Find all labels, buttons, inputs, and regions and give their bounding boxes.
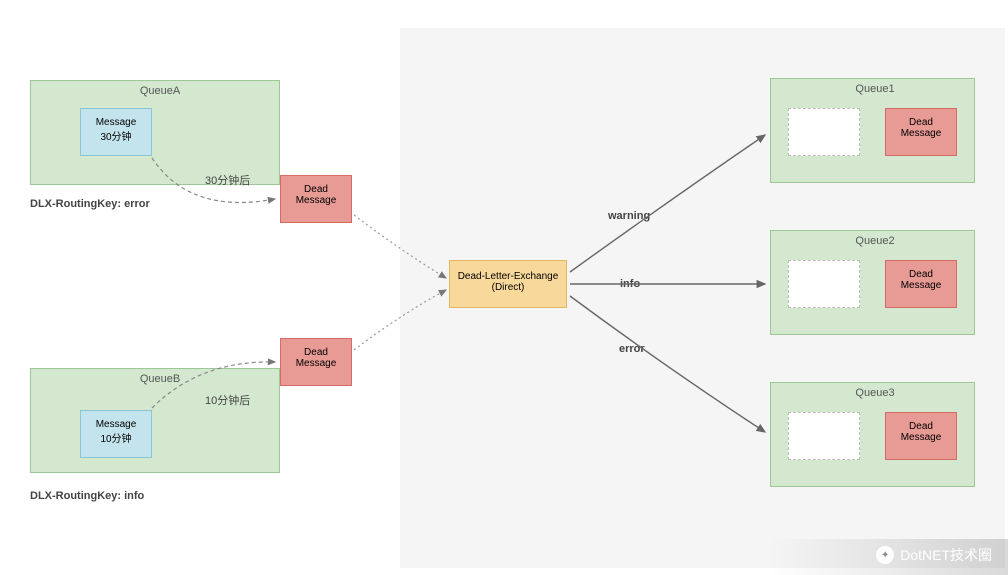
dead-line1: Dead xyxy=(890,269,952,280)
queue-2-empty xyxy=(788,260,860,308)
msg-line2: 30分钟 xyxy=(85,128,147,143)
dead-line1: Dead xyxy=(285,347,347,358)
queue-a-after: 30分钟后 xyxy=(205,172,250,188)
dead-line2: Message xyxy=(285,358,347,369)
msg-line2: 10分钟 xyxy=(85,430,147,445)
wechat-icon: ✦ xyxy=(876,546,894,564)
dead-line2: Message xyxy=(285,195,347,206)
route-error: error xyxy=(619,343,645,355)
route-warning: warning xyxy=(608,210,650,222)
queue-b-routing: DLX-RoutingKey: info xyxy=(30,490,144,502)
queue-1-empty xyxy=(788,108,860,156)
queue-2-title: Queue2 xyxy=(850,235,900,247)
dead-line2: Message xyxy=(890,280,952,291)
exchange-line2: (Direct) xyxy=(454,282,562,293)
queue-3-dead: Dead Message xyxy=(885,412,957,460)
route-info: info xyxy=(620,278,640,290)
dead-line2: Message xyxy=(890,128,952,139)
queue-b-message: Message 10分钟 xyxy=(80,410,152,458)
queue-2-dead: Dead Message xyxy=(885,260,957,308)
dead-letter-exchange: Dead-Letter-Exchange (Direct) xyxy=(449,260,567,308)
dead-line2: Message xyxy=(890,432,952,443)
dead-line1: Dead xyxy=(890,117,952,128)
queue-b-after: 10分钟后 xyxy=(205,392,250,408)
msg-line1: Message xyxy=(85,117,147,128)
queue-3-empty xyxy=(788,412,860,460)
queue-a-routing: DLX-RoutingKey: error xyxy=(30,198,150,210)
queue-1-dead: Dead Message xyxy=(885,108,957,156)
queue-b-title: QueueB xyxy=(130,373,190,385)
watermark: ✦ DotNET技术圈 xyxy=(876,545,992,565)
queue-b-dead: Dead Message xyxy=(280,338,352,386)
queue-a-message: Message 30分钟 xyxy=(80,108,152,156)
watermark-text: DotNET技术圈 xyxy=(900,545,992,565)
msg-line1: Message xyxy=(85,419,147,430)
queue-a-dead: Dead Message xyxy=(280,175,352,223)
queue-a-title: QueueA xyxy=(130,85,190,97)
dead-line1: Dead xyxy=(890,421,952,432)
queue-3-title: Queue3 xyxy=(850,387,900,399)
exchange-line1: Dead-Letter-Exchange xyxy=(454,271,562,282)
queue-1-title: Queue1 xyxy=(850,83,900,95)
dead-line1: Dead xyxy=(285,184,347,195)
